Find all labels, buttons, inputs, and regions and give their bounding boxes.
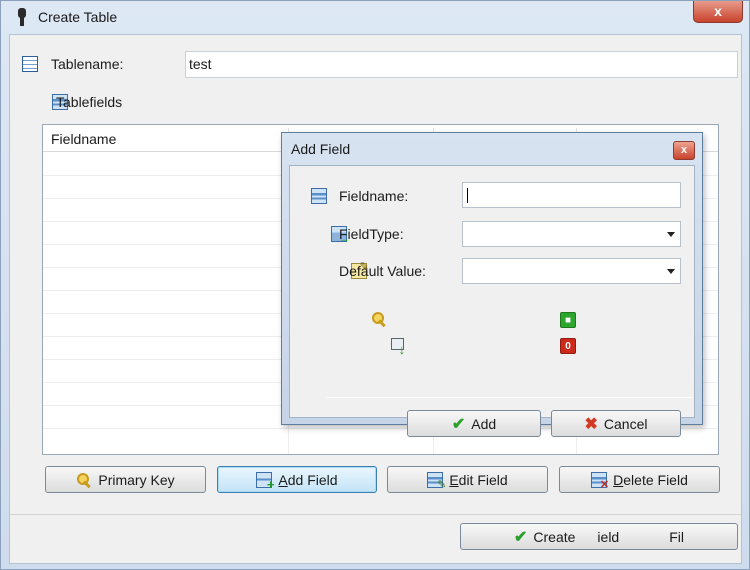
fill-label: Fil: [669, 528, 684, 545]
chevron-down-icon[interactable]: [667, 232, 675, 237]
add-field-button[interactable]: Add Field: [217, 466, 377, 493]
key-icon: [371, 311, 387, 327]
dialog-cancel-label: Cancel: [603, 415, 648, 432]
create-overlay-text: ield: [597, 528, 620, 545]
index-icon: [390, 338, 407, 357]
add-field-dialog: Add Field x Fieldname: FieldType: Defaul…: [281, 132, 703, 437]
dialog-divider: [327, 397, 692, 398]
fieldtype-select[interactable]: [462, 221, 681, 247]
text-caret: [467, 188, 468, 203]
chevron-down-icon[interactable]: [667, 269, 675, 274]
app-icon: [15, 8, 29, 26]
title-bar[interactable]: Create Table x: [1, 1, 749, 33]
table-icon: [22, 56, 38, 72]
primary-key-label: Primary Key: [98, 471, 175, 488]
fieldname-icon: [311, 188, 327, 204]
tablefields-label: Tablefields: [56, 94, 123, 110]
delete-field-label: Delete Field: [613, 471, 688, 488]
add-field-label: Add Field: [278, 471, 338, 488]
dialog-add-label: Add: [471, 415, 497, 432]
default-value-select[interactable]: [462, 258, 681, 284]
create-button[interactable]: ✔ Create ield Fil: [460, 523, 738, 550]
fieldname-input[interactable]: [462, 182, 681, 208]
cancel-icon: ✖: [584, 415, 598, 433]
check-icon: ✔: [451, 415, 466, 433]
window-title: Create Table: [38, 9, 118, 25]
edit-field-button[interactable]: Edit Field: [387, 466, 548, 493]
not-null-checkbox[interactable]: 0: [560, 338, 576, 354]
key-icon: [76, 472, 92, 488]
dialog-close-button[interactable]: x: [673, 141, 695, 160]
fieldtype-label: FieldType:: [339, 226, 404, 242]
check-icon: ✔: [513, 528, 528, 546]
edit-field-label: Edit Field: [449, 471, 508, 488]
dialog-title: Add Field: [291, 141, 351, 157]
primary-key-checkbox[interactable]: ■: [560, 312, 576, 328]
dialog-client-area: Fieldname: FieldType: Default Value: ■ 0: [289, 165, 695, 437]
column-header-fieldname[interactable]: Fieldname: [51, 131, 116, 147]
fieldname-label: Fieldname:: [339, 188, 409, 204]
delete-field-icon: [591, 471, 609, 491]
primary-key-button[interactable]: Primary Key: [45, 466, 206, 493]
edit-field-icon: [427, 471, 446, 491]
dialog-add-button[interactable]: ✔ Add: [407, 410, 541, 437]
window-close-button[interactable]: x: [693, 1, 743, 23]
tablename-label: Tablename:: [51, 56, 124, 72]
tablename-input[interactable]: test: [185, 51, 738, 78]
default-value-label: Default Value:: [339, 263, 426, 279]
delete-field-button[interactable]: Delete Field: [559, 466, 720, 493]
add-field-icon: [256, 471, 274, 492]
create-label: Create: [533, 528, 576, 545]
dialog-cancel-button[interactable]: ✖ Cancel: [551, 410, 681, 437]
footer-divider: [10, 514, 741, 515]
create-table-window: Create Table x Tablename: test Tablefiel…: [0, 0, 750, 570]
